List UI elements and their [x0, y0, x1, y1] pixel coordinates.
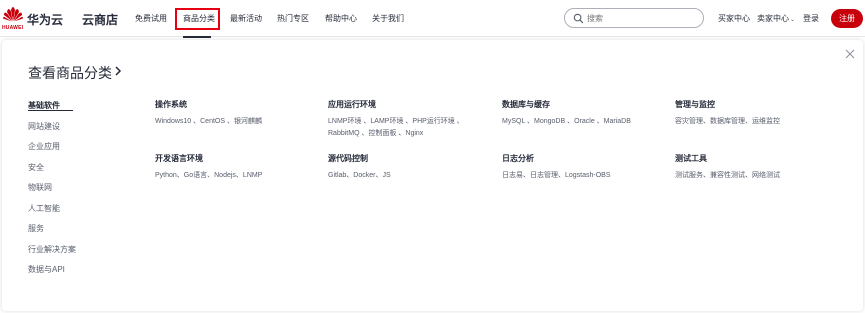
search-icon[interactable]	[573, 13, 584, 24]
sidebar-item-ai[interactable]: 人工智能	[28, 203, 60, 214]
category-runtime: 应用运行环境 LNMP环境 、LAMP环境 、PHP运行环境 、RabbitMQ…	[328, 99, 478, 140]
category-management: 管理与监控 容灾管理、数据库管理、运维监控	[675, 99, 840, 128]
category-items[interactable]: Python、Go语言、Nodejs、LNMP	[155, 170, 320, 182]
category-title[interactable]: 测试工具	[675, 153, 840, 164]
category-dev-lang: 开发语言环境 Python、Go语言、Nodejs、LNMP	[155, 153, 320, 182]
sidebar-item-website[interactable]: 网站建设	[28, 121, 60, 132]
chevron-right-icon[interactable]	[113, 64, 123, 78]
category-items[interactable]: 测试服务、兼容性测试、网络测试	[675, 170, 840, 182]
sidebar-item-data-api[interactable]: 数据与API	[28, 264, 65, 275]
buyer-center-link[interactable]: 买家中心	[718, 13, 750, 24]
search-input[interactable]	[587, 11, 697, 25]
login-link[interactable]: 登录	[803, 13, 819, 24]
category-title[interactable]: 源代码控制	[328, 153, 493, 164]
brand-name[interactable]: 华为云	[27, 11, 63, 28]
sidebar-item-security[interactable]: 安全	[28, 162, 44, 173]
active-nav-underline	[183, 36, 211, 38]
logo-text: HUAWEI	[2, 25, 24, 31]
category-title[interactable]: 操作系统	[155, 99, 320, 110]
category-items[interactable]: 日志易、日志管理、Logstash-OBS	[502, 170, 667, 182]
seller-center-label: 卖家中心	[757, 14, 789, 23]
nav-help-center[interactable]: 帮助中心	[325, 13, 357, 24]
nav-latest-events[interactable]: 最新活动	[230, 13, 262, 24]
category-items[interactable]: Windows10 、CentOS 、银河麒麟	[155, 116, 320, 128]
top-navbar: HUAWEI 华为云 云商店 免费试用 商品分类 最新活动 热门专区 帮助中心 …	[0, 0, 865, 38]
category-database: 数据库与缓存 MySQL 、MongoDB 、Oracle 、MariaDB	[502, 99, 667, 128]
category-os: 操作系统 Windows10 、CentOS 、银河麒麟	[155, 99, 320, 128]
sidebar-active-underline	[28, 110, 73, 111]
category-title[interactable]: 应用运行环境	[328, 99, 478, 110]
category-title[interactable]: 日志分析	[502, 153, 667, 164]
seller-center-link[interactable]: 卖家中心⌄	[757, 13, 795, 24]
store-name[interactable]: 云商店	[82, 11, 118, 28]
panel-heading[interactable]: 查看商品分类	[28, 63, 112, 83]
category-title[interactable]: 开发语言环境	[155, 153, 320, 164]
close-icon[interactable]	[845, 49, 855, 59]
register-button[interactable]: 注册	[831, 9, 863, 28]
huawei-logo[interactable]: HUAWEI	[2, 6, 24, 31]
category-testing: 测试工具 测试服务、兼容性测试、网络测试	[675, 153, 840, 182]
nav-about-us[interactable]: 关于我们	[372, 13, 404, 24]
category-source-control: 源代码控制 Gitlab、Docker、JS	[328, 153, 493, 182]
category-items[interactable]: 容灾管理、数据库管理、运维监控	[675, 116, 840, 128]
category-log-analysis: 日志分析 日志易、日志管理、Logstash-OBS	[502, 153, 667, 182]
sidebar-item-iot[interactable]: 物联网	[28, 182, 52, 193]
nav-free-trial[interactable]: 免费试用	[135, 13, 167, 24]
category-items[interactable]: Gitlab、Docker、JS	[328, 170, 493, 182]
nav-hot-zone[interactable]: 热门专区	[277, 13, 309, 24]
sidebar-item-industry-solutions[interactable]: 行业解决方案	[28, 244, 76, 255]
category-title[interactable]: 数据库与缓存	[502, 99, 667, 110]
category-items[interactable]: LNMP环境 、LAMP环境 、PHP运行环境 、RabbitMQ 、控制面板 …	[328, 116, 478, 140]
category-items[interactable]: MySQL 、MongoDB 、Oracle 、MariaDB	[502, 116, 667, 128]
huawei-flower-icon	[3, 7, 23, 22]
category-title[interactable]: 管理与监控	[675, 99, 840, 110]
sidebar-item-services[interactable]: 服务	[28, 223, 44, 234]
active-nav-highlight	[175, 8, 220, 30]
search-box[interactable]	[564, 8, 704, 28]
chevron-down-icon: ⌄	[790, 17, 796, 23]
sidebar-item-enterprise-apps[interactable]: 企业应用	[28, 141, 60, 152]
